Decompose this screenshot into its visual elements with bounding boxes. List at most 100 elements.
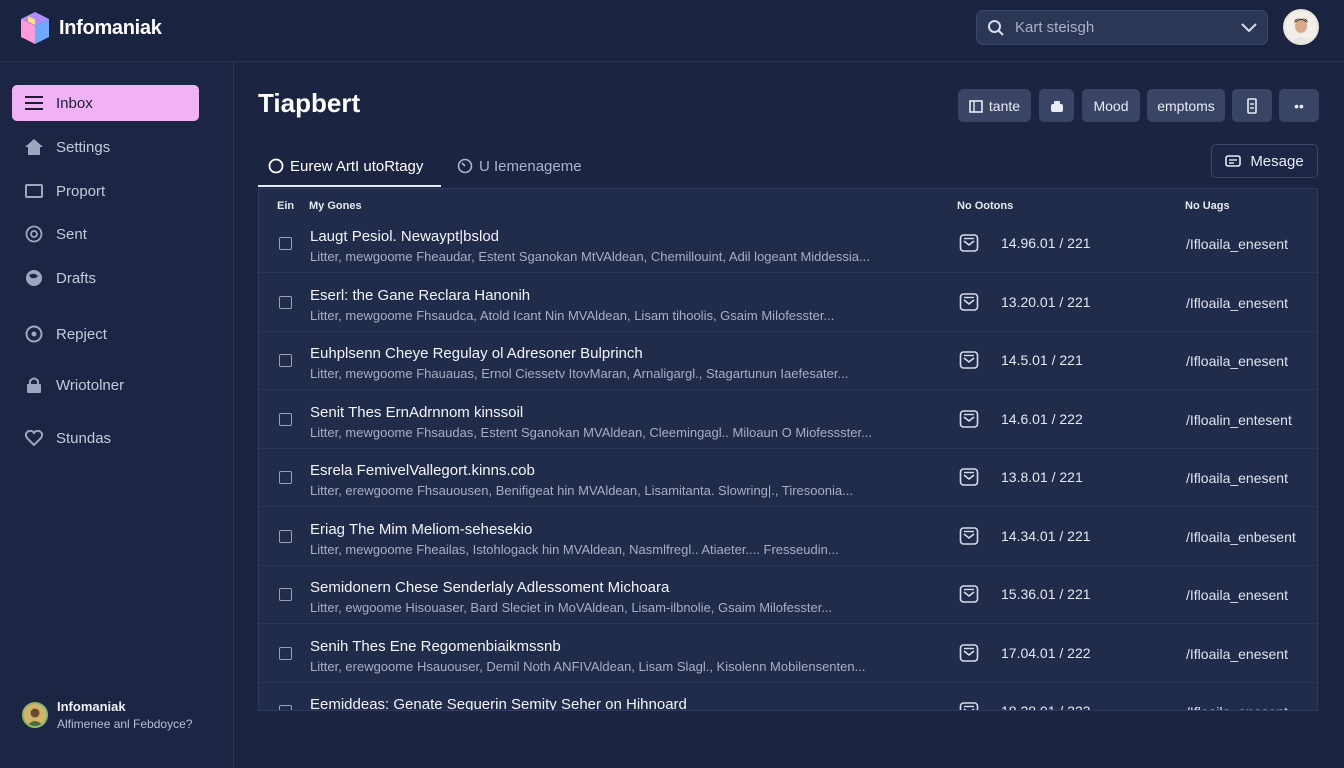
toolbar-button-tag[interactable] bbox=[1039, 89, 1074, 122]
message-date: 13.8.01 / 221 bbox=[1001, 469, 1083, 485]
archive-icon[interactable] bbox=[959, 292, 979, 312]
sidebar-item-proport[interactable]: Proport bbox=[12, 173, 199, 209]
archive-icon[interactable] bbox=[959, 233, 979, 253]
row-checkbox[interactable] bbox=[279, 588, 292, 601]
toolbar-button-emptoms[interactable]: emptoms bbox=[1147, 89, 1225, 122]
compose-icon bbox=[1225, 155, 1242, 167]
row-checkbox[interactable] bbox=[279, 646, 292, 660]
sidebar-item-inbox[interactable]: Inbox bbox=[12, 85, 199, 121]
toolbar-button-tante[interactable]: tante bbox=[958, 89, 1031, 122]
tab-iemenageme[interactable]: U Iemenageme bbox=[457, 145, 582, 187]
tab-eurew[interactable]: Eurew ArtI utoRtagy bbox=[268, 145, 423, 187]
message-label: /Ifloaila_enesent bbox=[1186, 470, 1288, 486]
archive-icon[interactable] bbox=[959, 526, 979, 546]
column-header-subject[interactable]: My Gones bbox=[309, 200, 362, 212]
message-subject: Eriag The Mim Meliom-sehesekio bbox=[310, 520, 533, 538]
filter-icon bbox=[1247, 97, 1257, 114]
message-label: /Ifloaila_enesent bbox=[1186, 704, 1288, 710]
column-header-check[interactable]: Ein bbox=[277, 200, 294, 212]
sidebar-item-drafts[interactable]: Drafts bbox=[12, 260, 199, 296]
globe-icon bbox=[24, 268, 44, 288]
sidebar: Inbox Settings Proport Sent Drafts Repje… bbox=[0, 62, 234, 768]
table-row[interactable]: Senih Thes Ene Regomenbiaikmssnb Litter, … bbox=[259, 625, 1317, 683]
table-row[interactable]: Laugt Pesiol. Newaypt|bslod Litter, mewgo… bbox=[259, 215, 1317, 273]
table-row[interactable]: Euhplsenn Cheye Regulay ol Adresoner Bul… bbox=[259, 332, 1317, 390]
message-preview: Litter, mewgoome Fheailas, Istohlogack h… bbox=[310, 541, 839, 557]
table-row[interactable]: Senit Thes ErnAdrnnom kinssoil Litter, me… bbox=[259, 391, 1317, 449]
sidebar-item-sent[interactable]: Sent bbox=[12, 216, 199, 252]
message-date: 15.36.01 / 221 bbox=[1001, 586, 1091, 602]
message-subject: Laugt Pesiol. Newaypt|bslod bbox=[310, 228, 500, 245]
more-options-button[interactable]: •• bbox=[1279, 89, 1319, 122]
lock-icon bbox=[24, 375, 44, 395]
search-box[interactable] bbox=[976, 10, 1268, 45]
row-checkbox[interactable] bbox=[279, 412, 292, 426]
table-row[interactable]: Esrela FemivelVallegort.kinns.cob Litter,… bbox=[259, 449, 1317, 507]
message-preview: Litter, erewgoome Fhsauousen, Benifigeat… bbox=[310, 483, 853, 498]
archive-icon[interactable] bbox=[959, 409, 979, 429]
message-subject: Eemiddeas: Genate Sequerin Semity Seher … bbox=[310, 696, 687, 711]
message-subject: Eserl: the Gane Reclara Hanonih bbox=[310, 286, 531, 304]
active-tab-indicator bbox=[258, 185, 441, 187]
search-icon bbox=[988, 19, 1004, 36]
search-input[interactable] bbox=[1015, 19, 1241, 36]
page-title: Tiapbert bbox=[258, 88, 361, 118]
message-date: 14.34.01 / 221 bbox=[1001, 527, 1091, 544]
toolbar-button-label: tante bbox=[988, 97, 1021, 114]
message-date: 13.20.01 / 221 bbox=[1001, 293, 1091, 310]
sidebar-item-repject[interactable]: Repject bbox=[12, 316, 199, 352]
sidebar-item-settings[interactable]: Settings bbox=[12, 129, 199, 165]
toolbar-button-filter[interactable] bbox=[1232, 89, 1272, 122]
user-avatar[interactable] bbox=[1283, 9, 1319, 45]
message-label: /Ifloaila_enbesent bbox=[1186, 528, 1296, 545]
message-label: /Ifloaila_enesent bbox=[1186, 645, 1288, 662]
message-date: 18.28.01 / 223 bbox=[1001, 703, 1091, 711]
chevron-down-icon[interactable] bbox=[1241, 22, 1257, 33]
archive-icon[interactable] bbox=[959, 643, 979, 663]
message-date: 17.04.01 / 222 bbox=[1001, 644, 1091, 661]
table-row[interactable]: Eserl: the Gane Reclara Hanonih Litter, m… bbox=[259, 274, 1317, 332]
more-icon: •• bbox=[1294, 97, 1304, 114]
message-subject: Esrela FemivelVallegort.kinns.cob bbox=[310, 462, 535, 479]
row-checkbox[interactable] bbox=[279, 354, 292, 367]
column-header-label[interactable]: No Uags bbox=[1185, 200, 1230, 212]
archive-icon[interactable] bbox=[959, 350, 979, 370]
logo[interactable]: Infomaniak bbox=[20, 11, 162, 45]
row-checkbox[interactable] bbox=[279, 529, 292, 543]
message-preview: Litter, erewgoome Hsauouser, Demil Noth … bbox=[310, 658, 866, 674]
clock-icon bbox=[457, 158, 473, 174]
message-subject: Senih Thes Ene Regomenbiaikmssnb bbox=[310, 637, 561, 655]
message-date: 14.96.01 / 221 bbox=[1001, 235, 1091, 251]
archive-icon[interactable] bbox=[959, 584, 979, 604]
home-icon bbox=[24, 137, 44, 157]
message-preview: Litter, mewgoome Fhsaudca, Atold Icant N… bbox=[310, 307, 835, 323]
sidebar-item-stundas[interactable]: Stundas bbox=[12, 420, 199, 456]
message-preview: Litter, mewgoome Fhsaudas, Estent Sganok… bbox=[310, 424, 872, 440]
at-icon bbox=[24, 224, 44, 244]
sidebar-item-label: Inbox bbox=[56, 94, 93, 112]
new-message-button[interactable]: Mesage bbox=[1211, 144, 1318, 178]
row-checkbox[interactable] bbox=[279, 705, 292, 710]
monitor-icon bbox=[24, 181, 44, 201]
sidebar-item-label: Sent bbox=[56, 225, 87, 243]
row-checkbox[interactable] bbox=[279, 295, 292, 309]
account-profile[interactable]: Infomaniak Alfimenee anl Febdoyce? bbox=[22, 699, 192, 731]
heart-icon bbox=[24, 428, 44, 448]
profile-avatar bbox=[22, 702, 48, 728]
toolbar-button-mood[interactable]: Mood bbox=[1082, 89, 1140, 122]
sidebar-item-label: Proport bbox=[56, 182, 106, 200]
sidebar-item-wriotolner[interactable]: Wriotolner bbox=[12, 367, 199, 403]
row-checkbox[interactable] bbox=[279, 471, 292, 484]
table-row[interactable]: Eemiddeas: Genate Sequerin Semity Seher … bbox=[259, 683, 1317, 711]
profile-email: Alfimenee anl Febdoyce? bbox=[57, 717, 193, 731]
circle-outline-icon bbox=[268, 158, 284, 174]
table-row[interactable]: Semidonern Chese Senderlaly Adlessoment … bbox=[259, 566, 1317, 624]
tag-icon bbox=[1050, 100, 1063, 112]
table-row[interactable]: Eriag The Mim Meliom-sehesekio Litter, me… bbox=[259, 508, 1317, 566]
sidebar-item-label: Repject bbox=[56, 325, 107, 343]
archive-icon[interactable] bbox=[959, 701, 979, 711]
archive-icon[interactable] bbox=[959, 467, 979, 487]
message-preview: Litter, mewgoome Fhauauas, Ernol Ciesset… bbox=[310, 366, 849, 381]
row-checkbox[interactable] bbox=[279, 237, 292, 250]
column-header-date[interactable]: No Ootons bbox=[957, 200, 1013, 212]
